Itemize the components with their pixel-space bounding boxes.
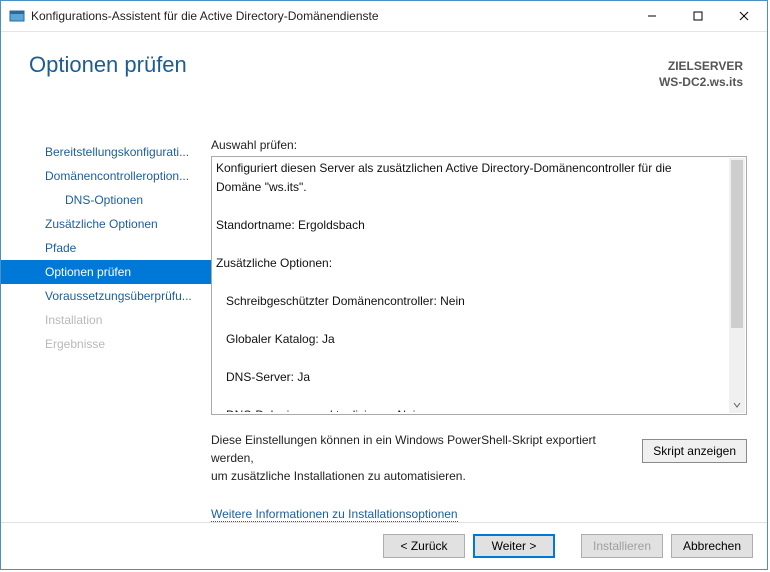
cancel-button[interactable]: Abbrechen: [671, 534, 753, 558]
review-blank: [216, 349, 728, 368]
export-hint: Diese Einstellungen können in ein Window…: [211, 431, 630, 485]
review-line: DNS-Server: Ja: [216, 368, 728, 387]
review-blank: [216, 387, 728, 406]
scroll-down-icon[interactable]: [729, 397, 745, 413]
wizard-window: Konfigurations-Assistent für die Active …: [0, 0, 768, 570]
step-review-options[interactable]: Optionen prüfen: [1, 260, 211, 284]
review-blank: [216, 235, 728, 254]
target-label: ZIELSERVER: [659, 58, 743, 74]
header: Optionen prüfen ZIELSERVER WS-DC2.ws.its: [1, 32, 767, 136]
install-button: Installieren: [581, 534, 663, 558]
step-results: Ergebnisse: [1, 332, 211, 356]
review-textbox[interactable]: Konfiguriert diesen Server als zusätzlic…: [211, 156, 747, 415]
more-info-link[interactable]: Weitere Informationen zu Installationsop…: [211, 507, 458, 522]
step-deployment-config[interactable]: Bereitstellungskonfigurati...: [1, 140, 211, 164]
app-icon: [9, 8, 25, 24]
back-button[interactable]: < Zurück: [383, 534, 465, 558]
review-line: Standortname: Ergoldsbach: [216, 216, 728, 235]
step-paths[interactable]: Pfade: [1, 236, 211, 260]
review-line: Zusätzliche Optionen:: [216, 254, 728, 273]
step-prereq-check[interactable]: Voraussetzungsüberprüfu...: [1, 284, 211, 308]
review-blank: [216, 273, 728, 292]
review-blank: [216, 197, 728, 216]
scrollbar-thumb[interactable]: [731, 160, 743, 328]
maximize-button[interactable]: [675, 1, 721, 31]
export-text-line: um zusätzliche Installationen zu automat…: [211, 467, 630, 485]
review-blank: [216, 311, 728, 330]
step-installation: Installation: [1, 308, 211, 332]
next-button[interactable]: Weiter >: [473, 534, 555, 558]
review-line: Globaler Katalog: Ja: [216, 330, 728, 349]
step-additional-options[interactable]: Zusätzliche Optionen: [1, 212, 211, 236]
review-content: Konfiguriert diesen Server als zusätzlic…: [216, 159, 728, 412]
review-line: Schreibgeschützter Domänencontroller: Ne…: [216, 292, 728, 311]
review-line: Domäne "ws.its".: [216, 178, 728, 197]
minimize-button[interactable]: [629, 1, 675, 31]
scrollbar-track[interactable]: [729, 158, 745, 413]
window-title: Konfigurations-Assistent für die Active …: [31, 9, 629, 23]
export-row: Diese Einstellungen können in ein Window…: [211, 415, 747, 485]
main-panel: Auswahl prüfen: Konfiguriert diesen Serv…: [211, 136, 747, 522]
step-dc-options[interactable]: Domänencontrolleroption...: [1, 164, 211, 188]
page-title: Optionen prüfen: [29, 52, 659, 78]
footer: < Zurück Weiter > Installieren Abbrechen: [1, 522, 767, 569]
target-value: WS-DC2.ws.its: [659, 74, 743, 90]
close-button[interactable]: [721, 1, 767, 31]
target-server-box: ZIELSERVER WS-DC2.ws.its: [659, 52, 743, 90]
view-script-button[interactable]: Skript anzeigen: [642, 439, 747, 463]
review-line: DNS-Delegierung aktualisieren: Nein: [216, 406, 728, 412]
titlebar: Konfigurations-Assistent für die Active …: [1, 1, 767, 32]
export-text-line: Diese Einstellungen können in ein Window…: [211, 431, 630, 467]
step-dns-options[interactable]: DNS-Optionen: [1, 188, 211, 212]
wizard-steps-sidebar: Bereitstellungskonfigurati... Domänencon…: [1, 136, 211, 522]
review-label: Auswahl prüfen:: [211, 138, 747, 152]
review-line: Konfiguriert diesen Server als zusätzlic…: [216, 159, 728, 178]
body: Bereitstellungskonfigurati... Domänencon…: [1, 136, 767, 522]
